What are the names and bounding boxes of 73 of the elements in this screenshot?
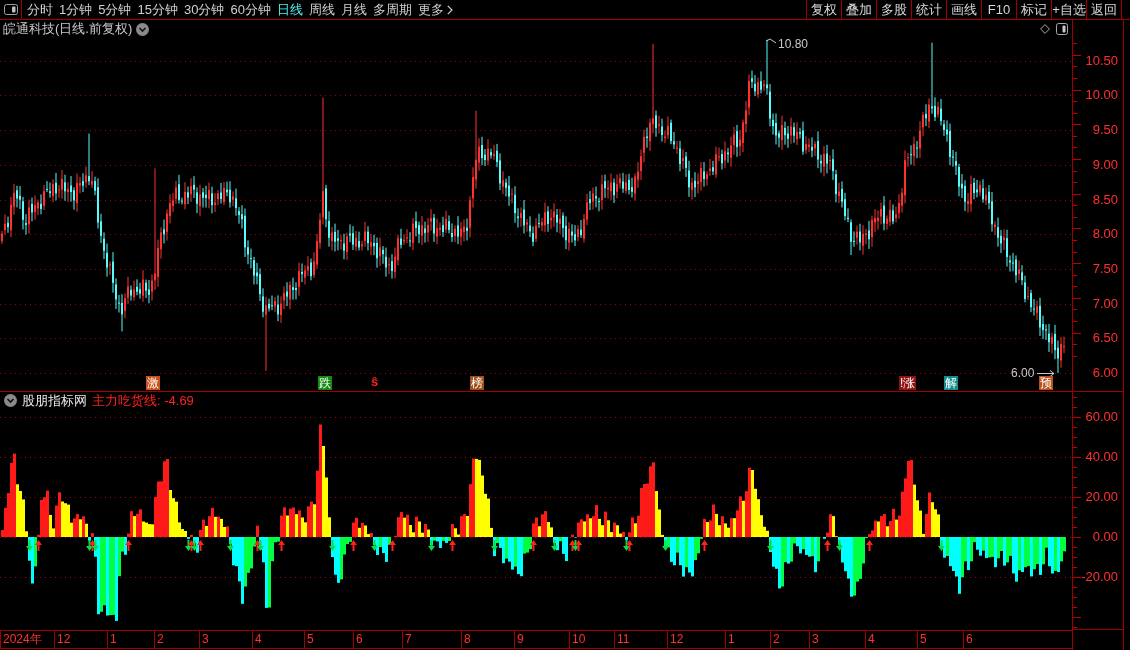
toolbar-button[interactable]: 画线 — [946, 0, 981, 19]
panel-toggle-icon[interactable] — [1056, 23, 1068, 35]
date-label: 12 — [667, 631, 684, 648]
price-axis-label: 6.00 — [1092, 365, 1118, 381]
chevron-down-icon[interactable] — [4, 394, 17, 407]
indicator-value: 主力吃货线: -4.69 — [92, 392, 194, 409]
indicator-axis-label: 40.00 — [1085, 449, 1118, 465]
period-tab[interactable]: 15分钟 — [137, 0, 178, 19]
date-label: 4 — [865, 631, 875, 648]
toolbar-button[interactable]: 返回 — [1086, 0, 1121, 19]
date-label: 2 — [154, 631, 164, 648]
panel-toggle-icon[interactable] — [3, 4, 18, 15]
signal-badge: 榜 — [470, 376, 484, 390]
indicator-axis-label: 20.00 — [1085, 489, 1118, 505]
date-label: 8 — [461, 631, 471, 648]
period-tab[interactable]: 多周期 — [372, 0, 412, 19]
diamond-icon[interactable] — [1040, 24, 1050, 34]
date-label: 4 — [252, 631, 262, 648]
period-tab[interactable]: 周线 — [308, 0, 335, 19]
date-label: 2024年 — [0, 631, 42, 648]
price-axis-label: 6.50 — [1092, 330, 1118, 346]
date-label: 1 — [107, 631, 117, 648]
signal-badge: 解 — [944, 376, 958, 390]
stock-title: 皖通科技(日线.前复权) — [3, 21, 133, 37]
signal-badge: !涨 — [899, 376, 917, 390]
indicator-axis-label: 0.00 — [1092, 529, 1118, 545]
period-tab[interactable]: 60分钟 — [230, 0, 271, 19]
date-label: 5 — [304, 631, 314, 648]
price-axis-label: 10.50 — [1085, 53, 1118, 69]
indicator-axis-label: -20.00 — [1081, 569, 1118, 585]
indicator-axis-label: 60.00 — [1085, 409, 1118, 425]
signal-badge: 跌 — [318, 376, 332, 390]
date-label: 1 — [725, 631, 735, 648]
toolbar-button[interactable]: 叠加 — [841, 0, 876, 19]
price-axis-label: 8.50 — [1092, 192, 1118, 208]
price-axis-label: 9.50 — [1092, 122, 1118, 138]
date-label: 9 — [514, 631, 524, 648]
period-tab[interactable]: 5分钟 — [98, 0, 132, 19]
signal-mark: ŝ — [371, 375, 379, 389]
toolbar-button[interactable]: F10 — [981, 0, 1016, 19]
toolbar-button[interactable]: +自选 — [1051, 0, 1086, 19]
price-axis-label: 7.50 — [1092, 261, 1118, 277]
period-tab[interactable]: 30分钟 — [183, 0, 225, 19]
toolbar-button[interactable]: 统计 — [911, 0, 946, 19]
date-label: 11 — [614, 631, 630, 648]
date-label: 7 — [402, 631, 412, 648]
toolbar-button[interactable]: 多股 — [876, 0, 911, 19]
date-label: 12 — [54, 631, 71, 648]
indicator-name: 股朋指标网 — [22, 392, 87, 409]
date-label: 6 — [353, 631, 363, 648]
more-menu[interactable]: 更多 — [417, 0, 453, 19]
date-label: 10 — [569, 631, 586, 648]
toolbar-button[interactable]: 复权 — [806, 0, 841, 19]
price-axis-label: 9.00 — [1092, 157, 1118, 173]
toolbar-button[interactable]: 标记 — [1016, 0, 1051, 19]
period-tab[interactable]: 1分钟 — [59, 0, 93, 19]
low-price-label: 6.00 — [1011, 366, 1035, 380]
price-axis-label: 7.00 — [1092, 296, 1118, 312]
high-price-label: 10.80 — [778, 37, 809, 51]
date-label: 2 — [770, 631, 780, 648]
price-axis-label: 10.00 — [1085, 87, 1118, 103]
signal-badge: 预 — [1039, 376, 1053, 390]
price-axis-label: 8.00 — [1092, 226, 1118, 242]
chevron-right-icon — [446, 4, 453, 15]
chevron-down-icon[interactable] — [136, 22, 150, 36]
period-tab[interactable]: 分时 — [27, 0, 53, 19]
signal-badge: 激 — [146, 376, 160, 390]
date-label: 3 — [199, 631, 209, 648]
period-tab[interactable]: 月线 — [340, 0, 367, 19]
date-label: 3 — [809, 631, 819, 648]
date-label: 5 — [917, 631, 927, 648]
date-label: 6 — [963, 631, 973, 648]
period-tab[interactable]: 日线 — [276, 0, 303, 19]
